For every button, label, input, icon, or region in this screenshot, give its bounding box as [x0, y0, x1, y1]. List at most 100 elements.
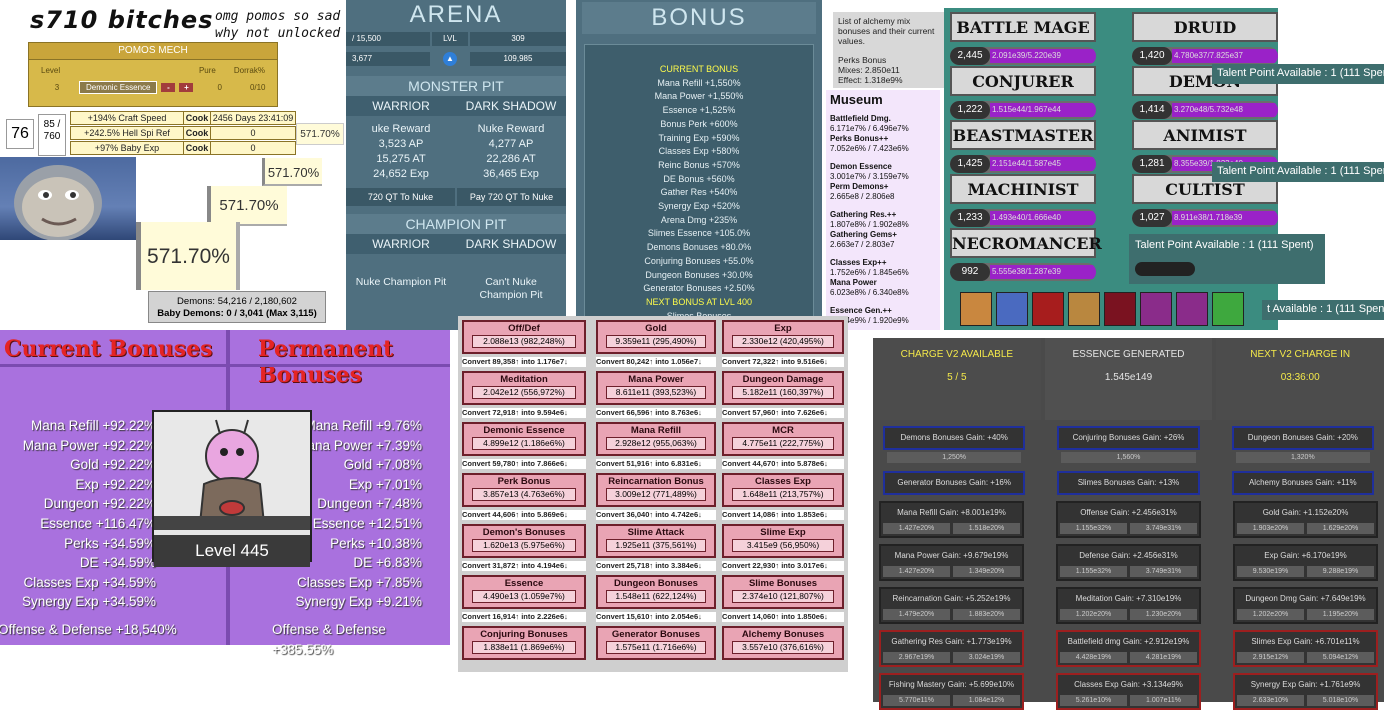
v2-gain-value: 9.288e19% — [1307, 566, 1374, 577]
item-slot-icon[interactable] — [1032, 292, 1064, 326]
v2-gain-title: Slimes Bonuses Gain: +13% — [1057, 471, 1200, 495]
convert-button[interactable]: Convert 14,060↑ into 1.850e6↓ — [722, 612, 844, 622]
convert-card: Slime Bonuses 2.374e10 (121,807%) — [722, 575, 844, 609]
pomos-mech-panel: POMOS MECH Level Pure Dorrak% 3 Demonic … — [28, 42, 278, 107]
item-slot-icon[interactable] — [1068, 292, 1100, 326]
convert-name: Essence — [504, 578, 544, 589]
nuke-warrior-button[interactable]: 720 QT To Nuke — [346, 188, 455, 206]
convert-card: Meditation 2.042e12 (556,972%) — [462, 371, 586, 405]
v2-gain-value: 1.230e20% — [1130, 609, 1197, 620]
offense-defense-left: Offense & Defense +18,540% — [0, 622, 177, 637]
alchemy-info: List of alchemy mix bonuses and their cu… — [833, 12, 945, 88]
shadow-stat: Nuke Reward — [477, 123, 545, 135]
convert-value: 4.899e12 (1.186e6%) — [472, 437, 576, 450]
essence-generated-value: 1.545e149 — [1104, 372, 1153, 383]
demons-summary: Demons: 54,216 / 2,180,602 Baby Demons: … — [148, 291, 326, 323]
baby-demons-count: Baby Demons: 0 / 3,041 (Max 3,115) — [157, 308, 317, 319]
convert-button[interactable]: Convert 25,718↑ into 3.384e6↓ — [596, 561, 716, 571]
item-slot-icon[interactable] — [960, 292, 992, 326]
class-name: MACHINIST — [950, 174, 1096, 204]
item-slot-icon[interactable] — [1104, 292, 1136, 326]
convert-card: Perk Bonus 3.857e13 (4.763e6%) — [462, 473, 586, 507]
convert-button[interactable]: Convert 44,670↑ into 5.878e6↓ — [722, 459, 844, 469]
class-progress: 992 5.555e38/1.287e39 — [950, 263, 1096, 281]
v2-gain-value: 1.479e20% — [883, 609, 950, 620]
nuke-shadow-button[interactable]: Pay 720 QT To Nuke — [457, 188, 566, 206]
class-card[interactable]: DRUID 1,420 4.780e37/7.825e37 — [1132, 12, 1278, 65]
v2-gain-value: 5.018e10% — [1307, 695, 1374, 706]
convert-button[interactable]: Convert 15,610↑ into 2.054e6↓ — [596, 612, 716, 622]
convert-button[interactable]: Convert 16,914↑ into 2.226e6↓ — [462, 612, 586, 622]
convert-name: Slime Attack — [627, 527, 685, 538]
convert-card: Generator Bonuses 1.575e11 (1.716e6%) — [596, 626, 716, 660]
v2-gain-value: 3.024e19% — [953, 652, 1020, 663]
cook-button[interactable]: Cook — [183, 112, 211, 124]
v2-red-card: Battlefield dmg Gain: +2.912e19% 4.428e19… — [1056, 630, 1201, 667]
museum-item: Mana Power 6.023e8% / 6.340e8% — [830, 278, 936, 298]
item-slot-icon[interactable] — [996, 292, 1028, 326]
arena-up-button[interactable]: ▲ — [432, 52, 468, 66]
cook-button[interactable]: Cook — [183, 142, 211, 154]
convert-value: 2.374e10 (121,807%) — [732, 590, 834, 603]
convert-button[interactable]: Convert 14,086↑ into 1.853e6↓ — [722, 510, 844, 520]
museum-item-name: Essence Gen.++ — [830, 306, 892, 315]
mech-minus-button[interactable]: - — [161, 83, 176, 92]
bonus-line: Conjuring Bonuses +55.0% — [644, 255, 754, 266]
cook-row-value: 0 — [250, 143, 256, 153]
class-card[interactable]: CONJURER 1,222 1.515e44/1.967e44 — [950, 66, 1096, 119]
museum-item-value: 3.001e7% / 3.159e7% — [830, 172, 909, 181]
current-bonuses-title: Current Bonuses — [4, 336, 213, 362]
convert-value: 3.857e13 (4.763e6%) — [472, 488, 576, 501]
class-level: 1,281 — [1132, 155, 1172, 173]
v2-gain-value: 4.428e19% — [1060, 652, 1127, 663]
v2-gain-title: Fishing Mastery Gain: +5.699e10% — [883, 677, 1020, 693]
v2-gain-sub: 1,560% — [1061, 452, 1196, 463]
convert-button[interactable]: Convert 31,872↑ into 4.194e6↓ — [462, 561, 586, 571]
convert-value: 3.009e12 (771,489%) — [606, 488, 706, 501]
mech-select[interactable]: Demonic Essence — [79, 81, 158, 94]
convert-value: 3.557e10 (376,616%) — [732, 641, 834, 654]
convert-card: Reincarnation Bonus 3.009e12 (771,489%) — [596, 473, 716, 507]
v2-gain-value: 1.903e20% — [1237, 523, 1304, 534]
convert-button[interactable]: Convert 72,918↑ into 9.594e6↓ — [462, 408, 586, 418]
nuke-champion-button[interactable]: Nuke Champion Pit — [346, 276, 456, 302]
cook-row: +97% Baby Exp Cook 0 — [70, 141, 296, 155]
cook-button[interactable]: Cook — [183, 127, 211, 139]
v2-gain-value: 1.349e20% — [953, 566, 1020, 577]
museum-item-value: 1.752e6% / 1.845e6% — [830, 268, 909, 277]
convert-name: Mana Power — [628, 374, 684, 385]
convert-button[interactable]: Convert 36,040↑ into 4.742e6↓ — [596, 510, 716, 520]
item-slot-icon[interactable] — [1212, 292, 1244, 326]
convert-name: Slime Bonuses — [748, 578, 818, 589]
percent-window: 571.70% — [207, 186, 287, 226]
item-slot-icon[interactable] — [1176, 292, 1208, 326]
v2-gain-value: 1.155e32% — [1060, 523, 1127, 534]
pomos-mech-title: POMOS MECH — [29, 43, 277, 60]
arena-lvl-value: 309 — [470, 32, 566, 46]
convert-button[interactable]: Convert 66,596↑ into 8.763e6↓ — [596, 408, 716, 418]
convert-button[interactable]: Convert 57,960↑ into 7.626e6↓ — [722, 408, 844, 418]
convert-card: Essence 4.490e13 (1.059e7%) — [462, 575, 586, 609]
museum-item: Classes Exp++ 1.752e6% / 1.845e6% — [830, 258, 936, 278]
museum-item: Demon Essence 3.001e7% / 3.159e7% — [830, 162, 936, 182]
convert-button[interactable]: Convert 44,606↑ into 5.869e6↓ — [462, 510, 586, 520]
mech-plus-button[interactable]: + — [179, 83, 194, 92]
convert-button[interactable]: Convert 72,322↑ into 9.516e6↓ — [722, 357, 844, 367]
v2-gray-card: Mana Refill Gain: +8.001e19% 1.427e20% 1.5… — [879, 501, 1024, 538]
convert-button[interactable]: Convert 59,780↑ into 7.866e6↓ — [462, 459, 586, 469]
convert-button[interactable]: Convert 89,358↑ into 1.176e7↓ — [462, 357, 586, 367]
v2-gain-value: 4.281e19% — [1130, 652, 1197, 663]
convert-name: Demonic Essence — [483, 425, 565, 436]
convert-button[interactable]: Convert 22,930↑ into 3.017e6↓ — [722, 561, 844, 571]
shadow-stat: 4,277 AP — [488, 138, 534, 150]
item-slot-icon[interactable] — [1140, 292, 1172, 326]
alchemy-intro: List of alchemy mix bonuses and their cu… — [838, 16, 935, 46]
class-card[interactable]: BATTLE MAGE 2,445 2.091e39/5.220e39 — [950, 12, 1096, 65]
class-card[interactable]: MACHINIST 1,233 1.493e40/1.666e40 — [950, 174, 1096, 227]
class-card[interactable]: BEASTMASTER 1,425 2.151e44/1.587e45 — [950, 120, 1096, 173]
convert-button[interactable]: Convert 80,242↑ into 1.056e7↓ — [596, 357, 716, 367]
v2-red-card: Fishing Mastery Gain: +5.699e10% 5.770e11… — [879, 673, 1024, 710]
convert-button[interactable]: Convert 51,916↑ into 6.831e6↓ — [596, 459, 716, 469]
v2-gain-title: Classes Exp Gain: +3.134e9% — [1060, 677, 1197, 693]
class-card[interactable]: NECROMANCER 992 5.555e38/1.287e39 — [950, 228, 1102, 281]
